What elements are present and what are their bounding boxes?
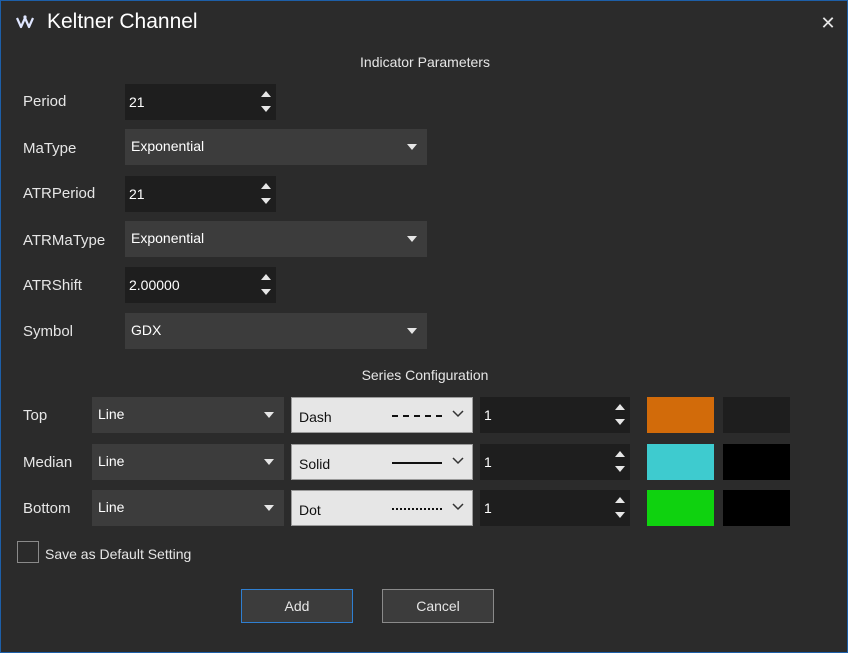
stepper-arrows[interactable]: [612, 448, 626, 476]
atrmatype-value: Exponential: [131, 230, 205, 246]
line-width-value: 1: [484, 454, 492, 470]
line-width-value: 1: [484, 407, 492, 423]
series-type-value: Line: [98, 499, 125, 515]
series-type-value: Line: [98, 453, 125, 469]
chevron-down-icon: [407, 144, 417, 150]
increment-icon[interactable]: [615, 451, 625, 457]
line-style-dropdown[interactable]: Solid: [291, 444, 473, 480]
atrperiod-label: ATRPeriod: [23, 185, 96, 202]
chevron-down-icon: [452, 410, 464, 418]
atrmatype-dropdown[interactable]: Exponential: [125, 221, 427, 257]
series-row-label: Top: [23, 407, 48, 424]
line-width-value: 1: [484, 500, 492, 516]
atrmatype-label: ATRMaType: [23, 232, 106, 249]
series-row-label: Median: [23, 454, 73, 471]
save-default-checkbox[interactable]: [17, 541, 39, 563]
chevron-down-icon: [452, 503, 464, 511]
atrshift-value: 2.00000: [129, 277, 180, 293]
symbol-dropdown[interactable]: GDX: [125, 313, 427, 349]
atrperiod-value: 21: [129, 186, 145, 202]
keltner-channel-dialog: Keltner Channel ✕ Indicator Parameters P…: [0, 0, 848, 653]
title-bar: Keltner Channel ✕: [1, 1, 847, 45]
chevron-down-icon: [264, 459, 274, 465]
period-stepper[interactable]: 21: [125, 84, 276, 120]
series-configuration-heading: Series Configuration: [361, 367, 489, 383]
decrement-icon[interactable]: [615, 512, 625, 518]
dash-line-sample: [392, 415, 442, 417]
chevron-down-icon: [264, 412, 274, 418]
matype-dropdown[interactable]: Exponential: [125, 129, 427, 165]
background-color-swatch[interactable]: [723, 444, 790, 480]
increment-icon[interactable]: [261, 183, 271, 189]
dot-line-sample: [392, 508, 442, 510]
add-button[interactable]: Add: [241, 589, 353, 623]
chevron-down-icon: [452, 457, 464, 465]
atrshift-stepper[interactable]: 2.00000: [125, 267, 276, 303]
stepper-arrows[interactable]: [612, 494, 626, 522]
increment-icon[interactable]: [261, 274, 271, 280]
chevron-down-icon: [407, 236, 417, 242]
solid-line-sample: [392, 462, 442, 464]
atrshift-label: ATRShift: [23, 277, 82, 294]
save-default-label: Save as Default Setting: [45, 546, 192, 562]
increment-icon[interactable]: [615, 404, 625, 410]
symbol-label: Symbol: [23, 323, 74, 340]
chevron-down-icon: [264, 505, 274, 511]
line-width-stepper[interactable]: 1: [480, 444, 630, 480]
stepper-arrows[interactable]: [258, 271, 272, 299]
decrement-icon[interactable]: [261, 289, 271, 295]
background-color-swatch[interactable]: [723, 490, 790, 526]
indicator-parameters-heading: Indicator Parameters: [360, 54, 490, 70]
series-type-value: Line: [98, 406, 125, 422]
series-row-label: Bottom: [23, 500, 71, 517]
increment-icon[interactable]: [615, 497, 625, 503]
cancel-button[interactable]: Cancel: [382, 589, 494, 623]
line-color-swatch[interactable]: [647, 397, 714, 433]
keltner-logo-icon: [15, 15, 35, 29]
line-style-dropdown[interactable]: Dash: [291, 397, 473, 433]
period-value: 21: [129, 94, 145, 110]
line-style-value: Dot: [299, 502, 321, 518]
line-style-dropdown[interactable]: Dot: [291, 490, 473, 526]
decrement-icon[interactable]: [615, 419, 625, 425]
background-color-swatch[interactable]: [723, 397, 790, 433]
close-icon[interactable]: ✕: [816, 10, 840, 36]
line-style-value: Dash: [299, 409, 332, 425]
decrement-icon[interactable]: [261, 106, 271, 112]
symbol-value: GDX: [131, 322, 162, 338]
decrement-icon[interactable]: [261, 198, 271, 204]
stepper-arrows[interactable]: [258, 88, 272, 116]
line-style-value: Solid: [299, 456, 331, 472]
period-label: Period: [23, 93, 67, 110]
series-type-dropdown[interactable]: Line: [92, 397, 284, 433]
chevron-down-icon: [407, 328, 417, 334]
dialog-title: Keltner Channel: [47, 10, 198, 33]
line-width-stepper[interactable]: 1: [480, 397, 630, 433]
increment-icon[interactable]: [261, 91, 271, 97]
line-width-stepper[interactable]: 1: [480, 490, 630, 526]
matype-value: Exponential: [131, 138, 205, 154]
stepper-arrows[interactable]: [612, 401, 626, 429]
stepper-arrows[interactable]: [258, 180, 272, 208]
series-type-dropdown[interactable]: Line: [92, 444, 284, 480]
line-color-swatch[interactable]: [647, 444, 714, 480]
decrement-icon[interactable]: [615, 466, 625, 472]
atrperiod-stepper[interactable]: 21: [125, 176, 276, 212]
series-type-dropdown[interactable]: Line: [92, 490, 284, 526]
matype-label: MaType: [23, 140, 77, 157]
line-color-swatch[interactable]: [647, 490, 714, 526]
